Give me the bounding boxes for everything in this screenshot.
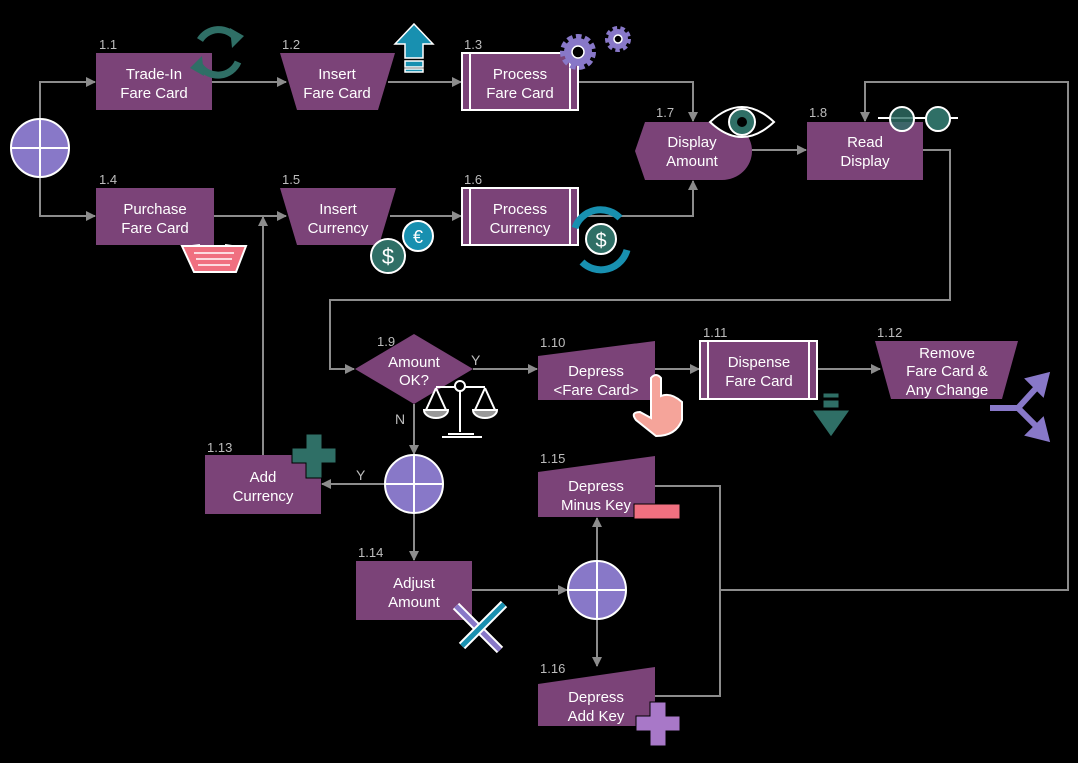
svg-text:Currency: Currency	[308, 220, 369, 237]
edge-label-yes: Y	[471, 352, 481, 368]
svg-text:Adjust: Adjust	[393, 575, 436, 592]
svg-text:Depress: Depress	[568, 689, 624, 706]
svg-text:1.4: 1.4	[99, 172, 117, 187]
svg-text:Process: Process	[493, 66, 547, 83]
tools-icon	[452, 600, 508, 654]
svg-text:Fare Card: Fare Card	[725, 373, 793, 390]
svg-text:1.14: 1.14	[358, 545, 383, 560]
svg-text:€: €	[413, 227, 423, 247]
refresh-icon	[190, 26, 244, 79]
svg-text:1.11: 1.11	[703, 325, 727, 340]
svg-text:<Fare Card>: <Fare Card>	[553, 382, 638, 399]
svg-text:Fare Card: Fare Card	[303, 85, 371, 102]
svg-text:1.12: 1.12	[877, 325, 902, 340]
svg-text:1.1: 1.1	[99, 37, 117, 52]
currency-exchange-icon: $	[571, 206, 631, 274]
svg-text:Trade-In: Trade-In	[126, 66, 182, 83]
svg-text:Insert: Insert	[319, 201, 357, 218]
svg-text:1.10: 1.10	[540, 335, 565, 350]
gears-icon	[560, 26, 631, 70]
svg-text:Display: Display	[667, 134, 717, 151]
key-gateway[interactable]	[567, 560, 627, 620]
node-trade-in-fare-card[interactable]: 1.1 Trade-In Fare Card	[96, 37, 212, 110]
node-purchase-fare-card[interactable]: 1.4 Purchase Fare Card	[96, 172, 214, 245]
svg-text:Read: Read	[847, 134, 883, 151]
svg-text:1.3: 1.3	[464, 37, 482, 52]
edge-label-no: N	[395, 411, 405, 427]
svg-text:Any Change: Any Change	[906, 382, 989, 399]
svg-text:Remove: Remove	[919, 345, 975, 362]
svg-text:Display: Display	[840, 153, 890, 170]
flowchart-canvas: Y N Y 1.1 Trade-In Fare Card 1.2 Insert …	[10, 22, 1069, 747]
svg-text:Insert: Insert	[318, 66, 356, 83]
node-depress-fare-card[interactable]: 1.10 Depress <Fare Card>	[538, 335, 655, 400]
svg-text:1.7: 1.7	[656, 105, 674, 120]
node-insert-fare-card[interactable]: 1.2 Insert Fare Card	[280, 37, 395, 110]
svg-text:Process: Process	[493, 201, 547, 218]
shopping-basket-icon	[180, 244, 248, 273]
node-remove-fare-card-and-change[interactable]: 1.12 Remove Fare Card & Any Change	[875, 325, 1018, 399]
svg-text:Currency: Currency	[233, 488, 294, 505]
svg-text:Fare Card: Fare Card	[121, 220, 189, 237]
svg-text:OK?: OK?	[399, 372, 429, 389]
decision-gateway[interactable]	[384, 454, 444, 514]
minus-icon	[633, 503, 681, 520]
svg-text:Currency: Currency	[490, 220, 551, 237]
svg-text:1.6: 1.6	[464, 172, 482, 187]
svg-text:Amount: Amount	[388, 354, 441, 371]
svg-text:1.2: 1.2	[282, 37, 300, 52]
svg-text:1.16: 1.16	[540, 661, 565, 676]
svg-text:Fare Card &: Fare Card &	[906, 363, 988, 380]
node-insert-currency[interactable]: 1.5 Insert Currency	[280, 172, 396, 245]
svg-text:Depress: Depress	[568, 363, 624, 380]
svg-text:Fare Card: Fare Card	[120, 85, 188, 102]
svg-text:1.15: 1.15	[540, 451, 565, 466]
svg-text:Add Key: Add Key	[568, 708, 625, 725]
upload-arrow-icon	[393, 22, 435, 73]
svg-text:Fare Card: Fare Card	[486, 85, 554, 102]
svg-text:Dispense: Dispense	[728, 354, 791, 371]
node-process-fare-card[interactable]: 1.3 Process Fare Card	[461, 37, 579, 111]
edge-label-yes: Y	[356, 467, 366, 483]
svg-text:1.9: 1.9	[377, 334, 395, 349]
svg-text:Minus Key: Minus Key	[561, 497, 632, 514]
node-dispense-fare-card[interactable]: 1.11 Dispense Fare Card	[699, 325, 818, 400]
svg-text:Add: Add	[250, 469, 277, 486]
svg-text:Amount: Amount	[388, 594, 441, 611]
scales-icon	[422, 380, 499, 438]
svg-text:1.8: 1.8	[809, 105, 827, 120]
svg-text:Purchase: Purchase	[123, 201, 186, 218]
svg-text:Depress: Depress	[568, 478, 624, 495]
svg-text:$: $	[382, 244, 394, 269]
svg-text:Amount: Amount	[666, 153, 719, 170]
node-amount-ok-decision[interactable]: 1.9 Amount OK?	[355, 334, 473, 404]
svg-text:1.5: 1.5	[282, 172, 300, 187]
start-gateway[interactable]	[10, 118, 70, 178]
svg-text:1.13: 1.13	[207, 440, 232, 455]
node-process-currency[interactable]: 1.6 Process Currency	[461, 172, 579, 246]
svg-text:$: $	[595, 230, 606, 252]
